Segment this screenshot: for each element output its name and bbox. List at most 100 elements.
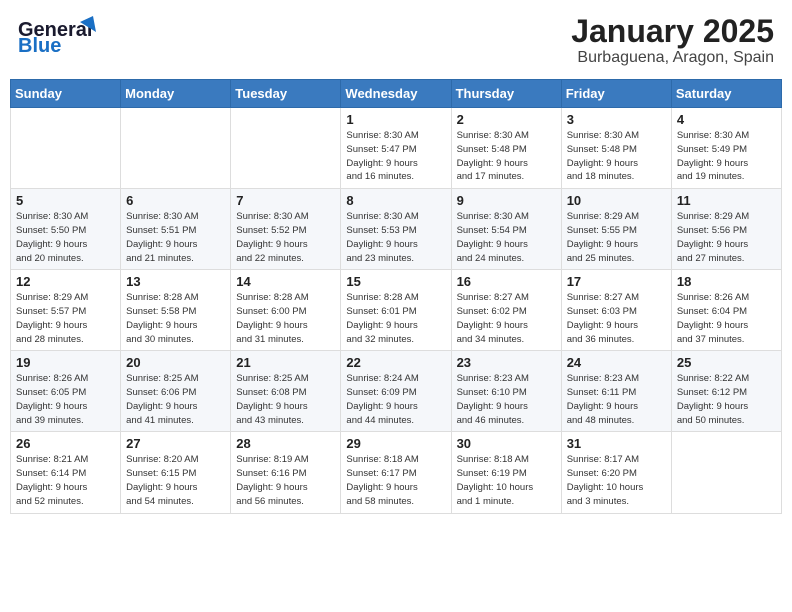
day-info: Sunrise: 8:27 AM Sunset: 6:02 PM Dayligh…	[457, 291, 556, 346]
day-cell: 29Sunrise: 8:18 AM Sunset: 6:17 PM Dayli…	[341, 432, 451, 513]
day-info: Sunrise: 8:30 AM Sunset: 5:51 PM Dayligh…	[126, 210, 225, 265]
day-cell: 25 Sunrise: 8:22 AM Sunset: 6:12 PM Dayli…	[671, 351, 781, 432]
day-info: Sunrise: 8:18 AM Sunset: 6:19 PM Dayligh…	[457, 453, 556, 508]
weekday-monday: Monday	[121, 80, 231, 108]
day-cell: 11 Sunrise: 8:29 AM Sunset: 5:56 PM Dayli…	[671, 189, 781, 270]
day-number: 10	[567, 193, 666, 208]
day-cell: 1 Sunrise: 8:30 AM Sunset: 5:47 PM Daylig…	[341, 108, 451, 189]
day-info: Sunrise: 8:30 AM Sunset: 5:50 PM Dayligh…	[16, 210, 115, 265]
day-cell: 6 Sunrise: 8:30 AM Sunset: 5:51 PM Daylig…	[121, 189, 231, 270]
day-info: Sunrise: 8:27 AM Sunset: 6:03 PM Dayligh…	[567, 291, 666, 346]
day-cell: 18 Sunrise: 8:26 AM Sunset: 6:04 PM Dayli…	[671, 270, 781, 351]
day-number: 2	[457, 112, 556, 127]
day-number: 25	[677, 355, 776, 370]
day-info: Sunrise: 8:28 AM Sunset: 6:00 PM Dayligh…	[236, 291, 335, 346]
day-info: Sunrise: 8:30 AM Sunset: 5:49 PM Dayligh…	[677, 129, 776, 184]
day-cell: 27 Sunrise: 8:20 AM Sunset: 6:15 PM Dayli…	[121, 432, 231, 513]
week-row-2: 12Sunrise: 8:29 AM Sunset: 5:57 PM Dayli…	[11, 270, 782, 351]
day-cell: 22 Sunrise: 8:24 AM Sunset: 6:09 PM Dayli…	[341, 351, 451, 432]
day-cell	[11, 108, 121, 189]
day-info: Sunrise: 8:28 AM Sunset: 6:01 PM Dayligh…	[346, 291, 445, 346]
day-info: Sunrise: 8:30 AM Sunset: 5:52 PM Dayligh…	[236, 210, 335, 265]
page: General Blue January 2025 Burbaguena, Ar…	[0, 0, 792, 612]
day-number: 16	[457, 274, 556, 289]
day-info: Sunrise: 8:26 AM Sunset: 6:04 PM Dayligh…	[677, 291, 776, 346]
day-number: 1	[346, 112, 445, 127]
week-row-3: 19 Sunrise: 8:26 AM Sunset: 6:05 PM Dayli…	[11, 351, 782, 432]
day-info: Sunrise: 8:25 AM Sunset: 6:06 PM Dayligh…	[126, 372, 225, 427]
weekday-sunday: Sunday	[11, 80, 121, 108]
day-cell: 16 Sunrise: 8:27 AM Sunset: 6:02 PM Dayli…	[451, 270, 561, 351]
svg-text:Blue: Blue	[18, 35, 61, 57]
day-cell: 8 Sunrise: 8:30 AM Sunset: 5:53 PM Daylig…	[341, 189, 451, 270]
day-cell: 21 Sunrise: 8:25 AM Sunset: 6:08 PM Dayli…	[231, 351, 341, 432]
day-info: Sunrise: 8:23 AM Sunset: 6:11 PM Dayligh…	[567, 372, 666, 427]
day-number: 17	[567, 274, 666, 289]
title-area: January 2025 Burbaguena, Aragon, Spain	[571, 14, 774, 67]
weekday-saturday: Saturday	[671, 80, 781, 108]
weekday-header-row: SundayMondayTuesdayWednesdayThursdayFrid…	[11, 80, 782, 108]
day-number: 19	[16, 355, 115, 370]
day-cell: 10 Sunrise: 8:29 AM Sunset: 5:55 PM Dayli…	[561, 189, 671, 270]
weekday-wednesday: Wednesday	[341, 80, 451, 108]
week-row-4: 26 Sunrise: 8:21 AM Sunset: 6:14 PM Dayli…	[11, 432, 782, 513]
day-info: Sunrise: 8:18 AM Sunset: 6:17 PM Dayligh…	[346, 453, 445, 508]
day-info: Sunrise: 8:30 AM Sunset: 5:48 PM Dayligh…	[567, 129, 666, 184]
day-number: 24	[567, 355, 666, 370]
day-cell: 14 Sunrise: 8:28 AM Sunset: 6:00 PM Dayli…	[231, 270, 341, 351]
day-number: 27	[126, 436, 225, 451]
day-info: Sunrise: 8:30 AM Sunset: 5:47 PM Dayligh…	[346, 129, 445, 184]
calendar-table: SundayMondayTuesdayWednesdayThursdayFrid…	[10, 79, 782, 513]
day-cell: 19 Sunrise: 8:26 AM Sunset: 6:05 PM Dayli…	[11, 351, 121, 432]
day-cell: 13 Sunrise: 8:28 AM Sunset: 5:58 PM Dayli…	[121, 270, 231, 351]
day-cell: 15 Sunrise: 8:28 AM Sunset: 6:01 PM Dayli…	[341, 270, 451, 351]
week-row-0: 1 Sunrise: 8:30 AM Sunset: 5:47 PM Daylig…	[11, 108, 782, 189]
day-cell	[121, 108, 231, 189]
day-number: 21	[236, 355, 335, 370]
day-cell: 17 Sunrise: 8:27 AM Sunset: 6:03 PM Dayli…	[561, 270, 671, 351]
day-number: 8	[346, 193, 445, 208]
day-number: 30	[457, 436, 556, 451]
day-number: 22	[346, 355, 445, 370]
day-number: 6	[126, 193, 225, 208]
day-cell: 20 Sunrise: 8:25 AM Sunset: 6:06 PM Dayli…	[121, 351, 231, 432]
day-number: 13	[126, 274, 225, 289]
day-info: Sunrise: 8:25 AM Sunset: 6:08 PM Dayligh…	[236, 372, 335, 427]
day-info: Sunrise: 8:17 AM Sunset: 6:20 PM Dayligh…	[567, 453, 666, 508]
day-cell: 26 Sunrise: 8:21 AM Sunset: 6:14 PM Dayli…	[11, 432, 121, 513]
day-number: 18	[677, 274, 776, 289]
day-info: Sunrise: 8:29 AM Sunset: 5:55 PM Dayligh…	[567, 210, 666, 265]
day-info: Sunrise: 8:29 AM Sunset: 5:57 PM Dayligh…	[16, 291, 115, 346]
day-number: 3	[567, 112, 666, 127]
day-number: 7	[236, 193, 335, 208]
day-cell: 7 Sunrise: 8:30 AM Sunset: 5:52 PM Daylig…	[231, 189, 341, 270]
day-number: 23	[457, 355, 556, 370]
day-number: 20	[126, 355, 225, 370]
day-number: 15	[346, 274, 445, 289]
logo-svg: General Blue	[18, 14, 98, 58]
day-info: Sunrise: 8:29 AM Sunset: 5:56 PM Dayligh…	[677, 210, 776, 265]
day-number: 26	[16, 436, 115, 451]
day-info: Sunrise: 8:22 AM Sunset: 6:12 PM Dayligh…	[677, 372, 776, 427]
day-info: Sunrise: 8:24 AM Sunset: 6:09 PM Dayligh…	[346, 372, 445, 427]
weekday-friday: Friday	[561, 80, 671, 108]
day-info: Sunrise: 8:26 AM Sunset: 6:05 PM Dayligh…	[16, 372, 115, 427]
location: Burbaguena, Aragon, Spain	[571, 49, 774, 67]
day-info: Sunrise: 8:21 AM Sunset: 6:14 PM Dayligh…	[16, 453, 115, 508]
day-info: Sunrise: 8:23 AM Sunset: 6:10 PM Dayligh…	[457, 372, 556, 427]
weekday-tuesday: Tuesday	[231, 80, 341, 108]
day-cell: 23 Sunrise: 8:23 AM Sunset: 6:10 PM Dayli…	[451, 351, 561, 432]
day-cell: 9 Sunrise: 8:30 AM Sunset: 5:54 PM Daylig…	[451, 189, 561, 270]
day-cell	[671, 432, 781, 513]
header: General Blue January 2025 Burbaguena, Ar…	[10, 10, 782, 71]
day-number: 9	[457, 193, 556, 208]
day-number: 4	[677, 112, 776, 127]
day-number: 11	[677, 193, 776, 208]
day-info: Sunrise: 8:30 AM Sunset: 5:53 PM Dayligh…	[346, 210, 445, 265]
day-info: Sunrise: 8:20 AM Sunset: 6:15 PM Dayligh…	[126, 453, 225, 508]
day-info: Sunrise: 8:30 AM Sunset: 5:54 PM Dayligh…	[457, 210, 556, 265]
day-number: 14	[236, 274, 335, 289]
weekday-thursday: Thursday	[451, 80, 561, 108]
day-cell: 5Sunrise: 8:30 AM Sunset: 5:50 PM Daylig…	[11, 189, 121, 270]
day-info: Sunrise: 8:28 AM Sunset: 5:58 PM Dayligh…	[126, 291, 225, 346]
